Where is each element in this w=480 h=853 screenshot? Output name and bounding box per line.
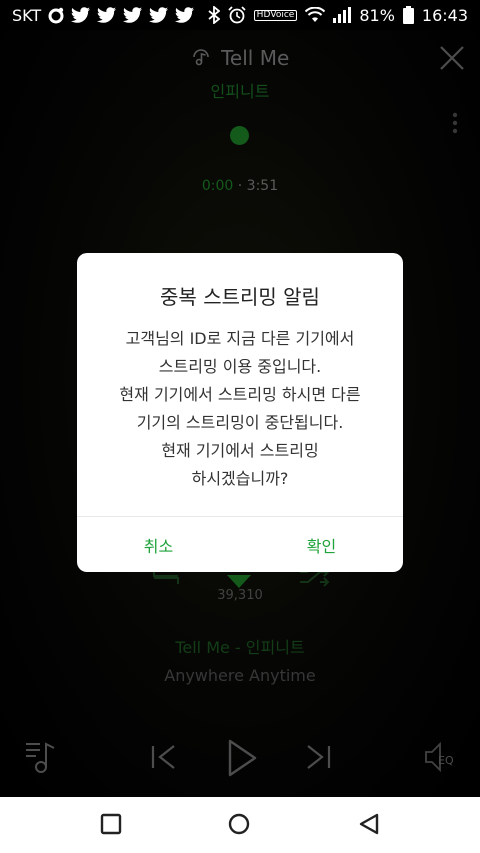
signal-icon xyxy=(333,7,352,23)
cancel-button[interactable]: 취소 xyxy=(77,517,240,572)
alarm-icon xyxy=(228,6,246,24)
dialog-message-line: 기기의 스트리밍이 중단됩니다. xyxy=(136,413,344,432)
recents-button[interactable] xyxy=(100,813,122,839)
twitter-icon xyxy=(175,7,195,23)
back-triangle-icon xyxy=(359,813,379,835)
twitter-icon xyxy=(97,7,117,23)
twitter-icon xyxy=(123,7,143,23)
home-button[interactable] xyxy=(228,813,250,839)
navigation-bar xyxy=(0,797,480,853)
dialog-title: 중복 스트리밍 알림 xyxy=(160,285,320,309)
clock: 16:43 xyxy=(421,5,468,25)
twitter-icon xyxy=(149,7,169,23)
duplicate-streaming-dialog: 중복 스트리밍 알림 고객님의 ID로 지금 다른 기기에서 스트리밍 이용 중… xyxy=(77,253,403,572)
dialog-message-line: 스트리밍 이용 중입니다. xyxy=(158,357,322,376)
twitter-icon xyxy=(71,7,91,23)
bluetooth-icon xyxy=(208,6,220,24)
dialog-message-line: 현재 기기에서 스트리밍 xyxy=(161,441,319,460)
carrier-label: SKT xyxy=(12,5,42,25)
dialog-message: 고객님의 ID로 지금 다른 기기에서 스트리밍 이용 중입니다. 현재 기기에… xyxy=(77,325,403,493)
hd-voice-icon: HD Voice xyxy=(253,9,298,21)
circle-app-icon xyxy=(47,6,65,24)
circle-icon xyxy=(228,813,250,835)
battery-percent: 81% xyxy=(359,5,395,25)
confirm-button[interactable]: 확인 xyxy=(240,517,403,572)
wifi-icon xyxy=(305,7,326,23)
square-icon xyxy=(100,813,122,835)
battery-icon xyxy=(402,6,414,24)
back-button[interactable] xyxy=(358,813,380,839)
dialog-message-line: 현재 기기에서 스트리밍 하시면 다른 xyxy=(119,385,361,404)
status-bar: SKT HD Voice 81% 16:43 xyxy=(0,0,480,30)
dialog-message-line: 하시겠습니까? xyxy=(191,469,289,488)
dialog-message-line: 고객님의 ID로 지금 다른 기기에서 xyxy=(125,329,355,348)
